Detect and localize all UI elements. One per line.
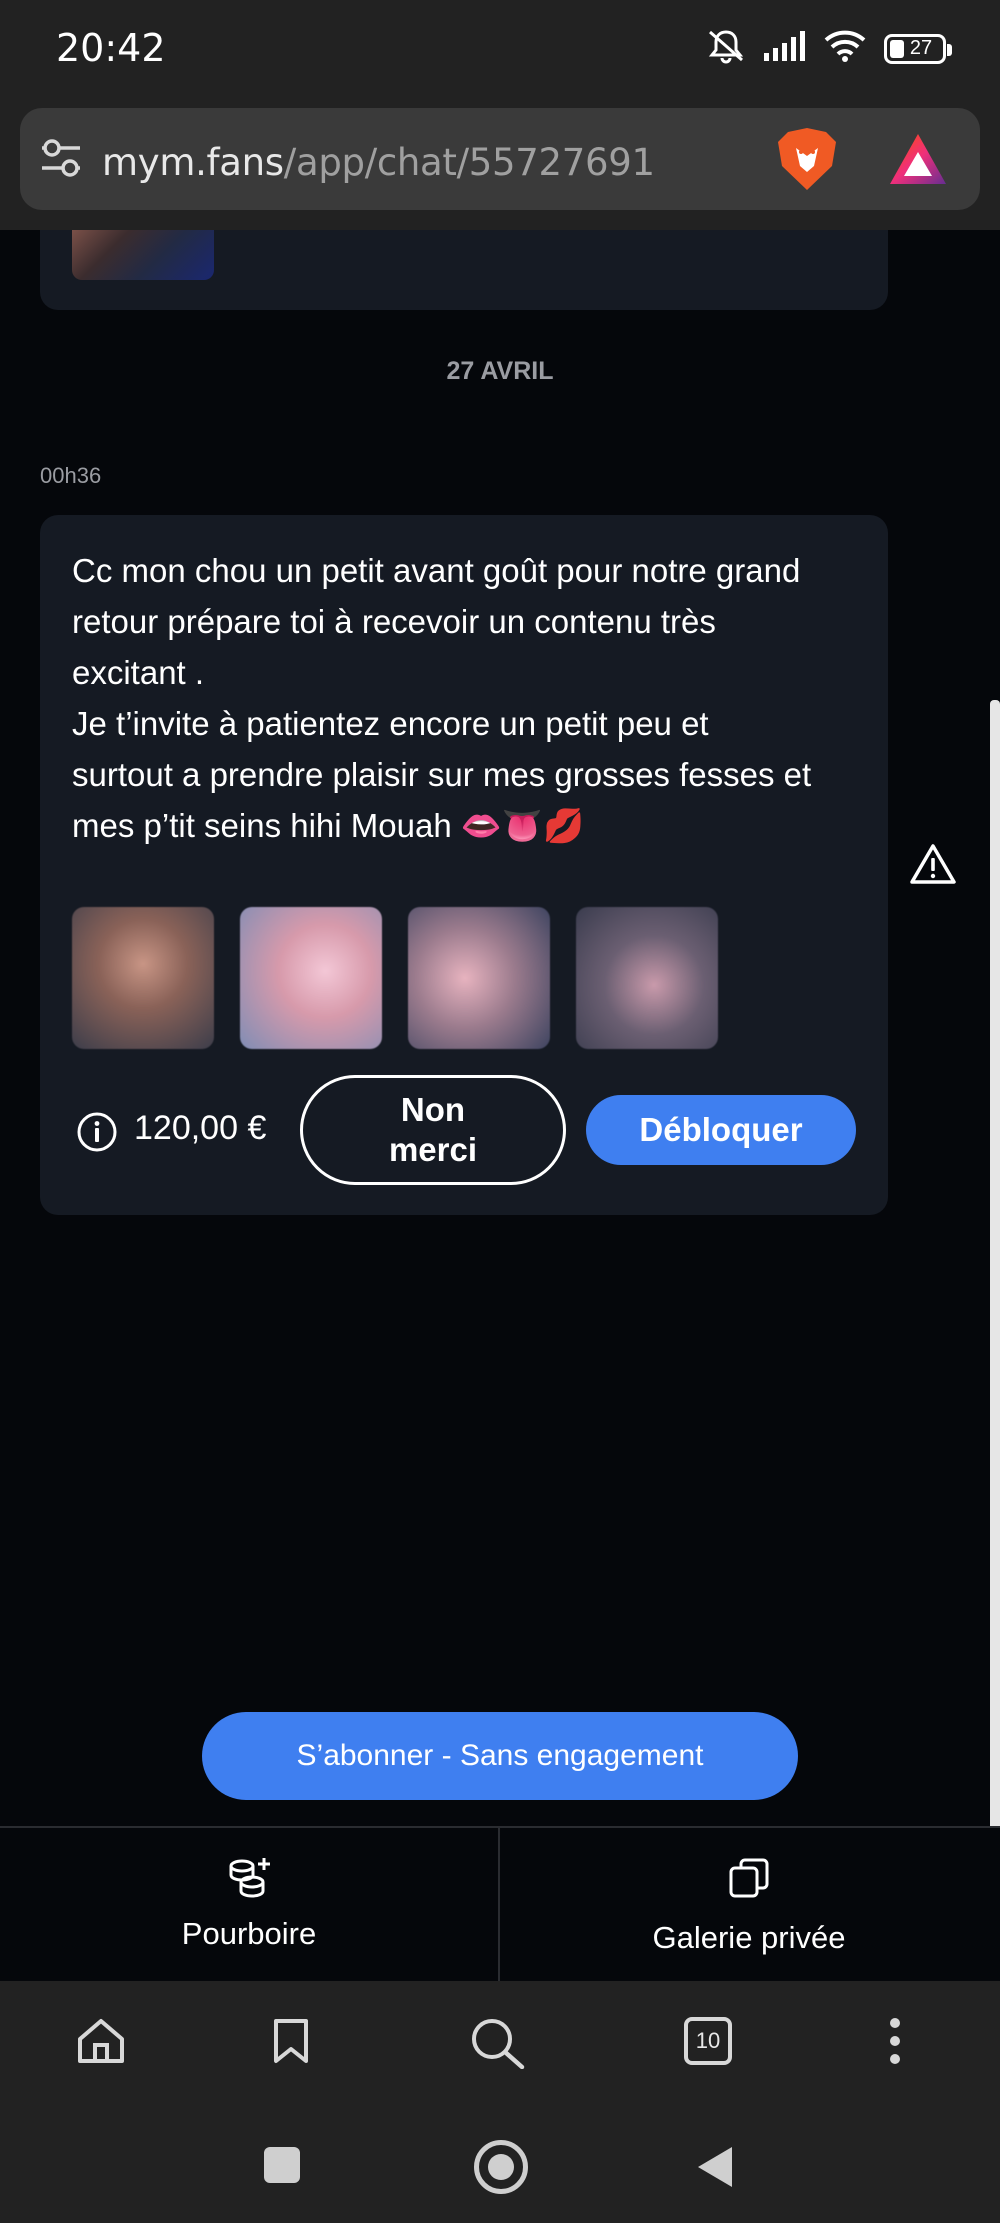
home-icon[interactable] — [76, 2017, 126, 2070]
status-icons: 27 — [706, 28, 952, 69]
chat-actions-bar: Pourboire Galerie privée — [0, 1826, 1000, 1983]
blurred-media-thumbnail[interactable] — [72, 907, 214, 1049]
site-settings-icon[interactable] — [40, 138, 82, 183]
status-bar: 20:42 27 — [0, 0, 1000, 100]
system-navigation-bar — [0, 2105, 1000, 2223]
gallery-copy-icon — [729, 1858, 769, 1898]
home-button[interactable] — [474, 2140, 528, 2194]
previous-media-thumbnail[interactable] — [72, 230, 214, 280]
paid-message-bubble: Cc mon chou un petit avant goût pour not… — [40, 515, 888, 1215]
tip-label: Pourboire — [181, 1916, 317, 1951]
tip-tab[interactable]: Pourboire — [0, 1828, 500, 1983]
bookmark-icon[interactable] — [272, 2017, 310, 2070]
private-gallery-tab[interactable]: Galerie privée — [500, 1828, 998, 1983]
brave-shields-icon[interactable] — [776, 126, 838, 197]
battery-icon: 27 — [884, 33, 952, 64]
silent-bell-icon — [706, 28, 746, 69]
more-menu-icon[interactable] — [887, 2017, 903, 2070]
blurred-media-thumbnail[interactable] — [240, 907, 382, 1049]
price-row: 120,00 € Non merci Débloquer — [72, 1075, 872, 1187]
brave-rewards-icon[interactable] — [888, 132, 948, 191]
scrollbar[interactable] — [990, 700, 1000, 1830]
report-warning-icon[interactable] — [910, 843, 956, 890]
signal-icon — [764, 31, 806, 66]
blurred-media-thumbnail[interactable] — [576, 907, 718, 1049]
back-button[interactable] — [696, 2145, 734, 2194]
message-time: 00h36 — [40, 463, 102, 488]
decline-button[interactable]: Non merci — [300, 1075, 566, 1185]
coins-plus-icon — [229, 1858, 270, 1898]
subscribe-button[interactable]: S’abonner - Sans engagement — [202, 1712, 798, 1800]
price-label: 120,00 € — [134, 1109, 267, 1147]
url-path: /app/chat/55727691 — [283, 141, 655, 184]
info-icon[interactable] — [76, 1111, 118, 1158]
private-gallery-label: Galerie privée — [652, 1920, 846, 1955]
browser-bottom-nav: 10 — [0, 1981, 1000, 2107]
url-host: mym.fans — [102, 141, 284, 184]
locked-media-preview — [72, 907, 718, 1049]
browser-toolbar: mym.fans/app/chat/55727691 — [0, 100, 1000, 230]
search-icon[interactable] — [470, 2017, 526, 2074]
previous-message-bubble — [40, 230, 888, 310]
unlock-button[interactable]: Débloquer — [586, 1095, 856, 1165]
message-text: Cc mon chou un petit avant goût pour not… — [72, 552, 812, 844]
wifi-icon — [824, 30, 866, 67]
date-separator: 27 AVRIL — [446, 357, 554, 385]
blurred-media-thumbnail[interactable] — [408, 907, 550, 1049]
tabs-count-button[interactable]: 10 — [684, 2017, 732, 2065]
clock: 20:42 — [56, 26, 166, 70]
recent-apps-button[interactable] — [264, 2147, 300, 2183]
address-bar[interactable]: mym.fans/app/chat/55727691 — [20, 108, 980, 210]
url-text[interactable]: mym.fans/app/chat/55727691 — [102, 141, 655, 184]
